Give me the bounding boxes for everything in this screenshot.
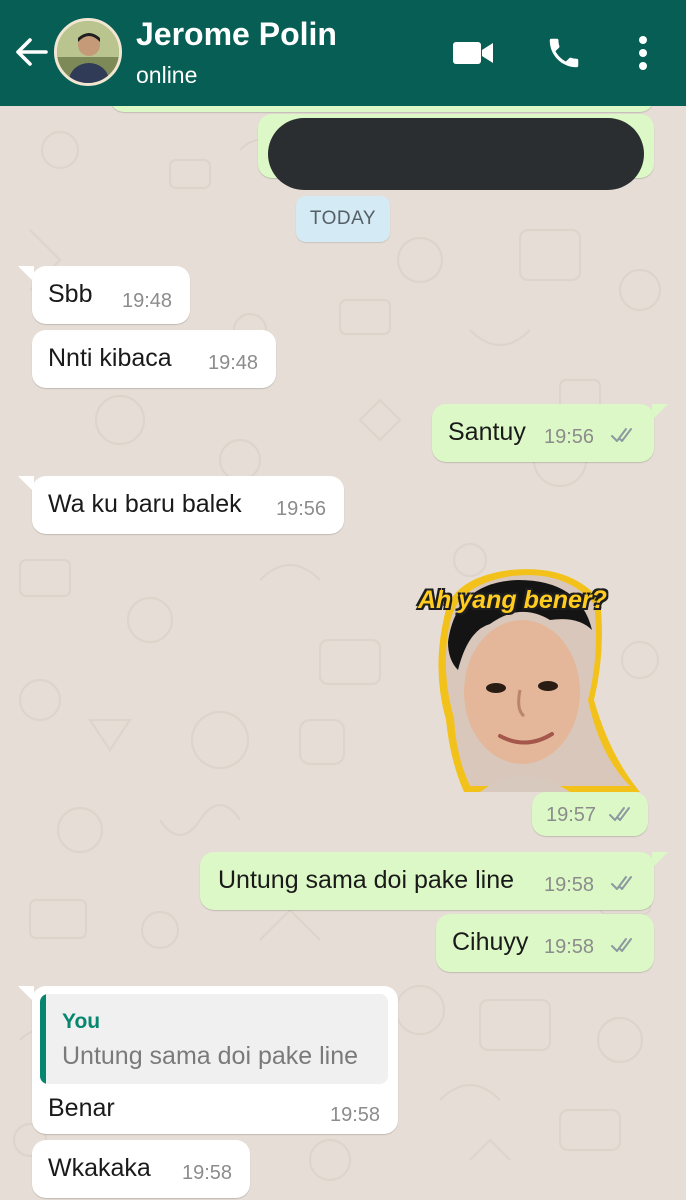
contact-status: online (136, 62, 198, 88)
message-bubble-incoming[interactable]: Sbb 19:48 (32, 266, 190, 324)
message-text: Cihuyy (452, 928, 529, 956)
message-text: Sbb (48, 280, 93, 308)
message-time: 19:58 (544, 874, 595, 896)
message-bubble-outgoing[interactable]: Santuy 19:56 (432, 404, 654, 462)
quoted-message[interactable]: You Untung sama doi pake line (40, 994, 388, 1084)
message-text: Benar (48, 1094, 115, 1122)
quote-accent-bar (40, 994, 46, 1084)
message-text: Untung sama doi pake line (218, 866, 515, 894)
sticker-caption: Ah yang bener? (418, 586, 607, 614)
contact-name[interactable]: Jerome Polin (136, 16, 337, 53)
message-text: Wkakaka (48, 1154, 151, 1182)
message-time: 19:58 (182, 1162, 233, 1184)
voice-call-button[interactable] (540, 28, 588, 78)
message-time: 19:48 (122, 290, 173, 312)
more-vertical-icon (639, 36, 647, 70)
message-time: 19:56 (544, 426, 595, 448)
redaction-mark (268, 118, 644, 190)
back-button[interactable] (8, 28, 54, 76)
date-separator: TODAY (296, 196, 390, 242)
sticker-timestamp-chip: 19:57 (532, 792, 648, 836)
message-time: 19:58 (544, 936, 595, 958)
video-camera-icon (453, 42, 493, 64)
read-receipt-icon (611, 938, 632, 952)
bubble-tail (652, 852, 668, 868)
bubble-tail (652, 404, 668, 420)
read-receipt-icon (609, 807, 630, 821)
message-time: 19:58 (330, 1104, 381, 1126)
message-text: Nnti kibaca (48, 344, 172, 372)
read-receipt-icon (611, 876, 632, 890)
message-bubble-outgoing[interactable]: Cihuyy 19:58 (436, 914, 654, 972)
arrow-left-icon (16, 38, 48, 66)
message-text: Wa ku baru balek (48, 490, 242, 518)
quote-text: Untung sama doi pake line (62, 1042, 359, 1070)
message-time: 19:48 (208, 352, 259, 374)
message-bubble-incoming[interactable]: Nnti kibaca 19:48 (32, 330, 276, 388)
message-time: 19:56 (276, 498, 327, 520)
quote-sender: You (62, 1010, 101, 1033)
message-bubble-incoming[interactable]: Wa ku baru balek 19:56 (32, 476, 344, 534)
read-receipt-icon (611, 428, 632, 442)
message-bubble-outgoing[interactable]: Untung sama doi pake line 19:58 (200, 852, 654, 910)
phone-icon (549, 38, 579, 68)
chat-header: Jerome Polin online (0, 0, 686, 106)
avatar-photo (57, 21, 119, 83)
more-options-button[interactable] (626, 28, 660, 78)
contact-avatar[interactable] (54, 18, 122, 86)
message-bubble-incoming[interactable]: Wkakaka 19:58 (32, 1140, 250, 1198)
message-time: 19:57 (546, 804, 597, 826)
video-call-button[interactable] (448, 28, 498, 78)
message-text: Santuy (448, 418, 526, 446)
